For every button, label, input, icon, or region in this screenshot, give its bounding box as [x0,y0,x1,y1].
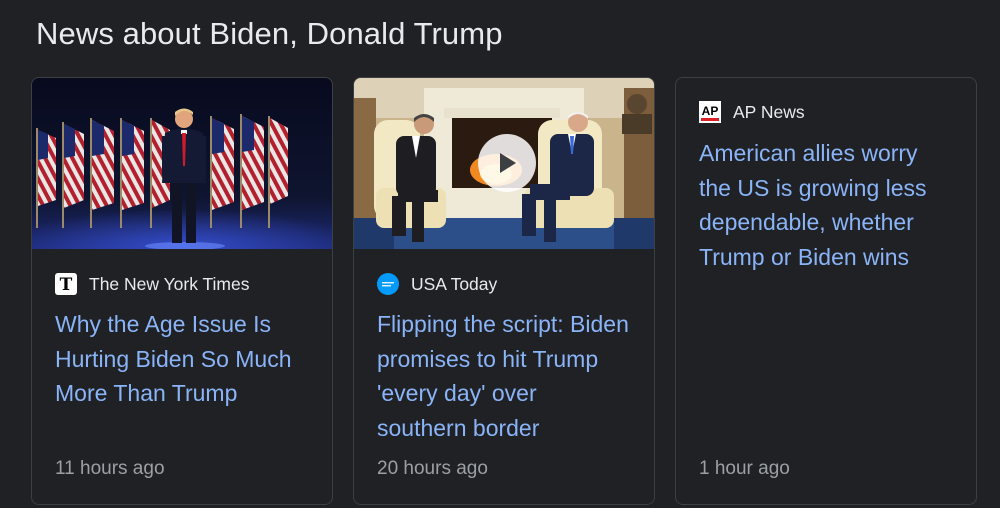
svg-text:AP: AP [702,104,719,118]
usa-today-logo-icon [377,273,399,295]
news-card-ap[interactable]: AP AP News American allies worry the US … [675,77,977,505]
source-name: The New York Times [89,273,250,294]
section-heading: News about Biden, Donald Trump [36,16,503,51]
news-card-usa-today[interactable]: USA Today Flipping the script: Biden pro… [353,77,655,505]
play-icon[interactable] [478,134,536,192]
source-row: AP AP News [699,100,805,124]
headline-link[interactable]: American allies worry the US is growing … [699,136,954,274]
speaker-on-stage-with-american-flags-image[interactable] [32,78,332,249]
source-name: AP News [733,101,805,122]
published-time: 11 hours ago [55,458,165,479]
source-name: USA Today [411,273,498,294]
leaders-seated-by-fireplace-image[interactable] [354,78,654,249]
source-row: T The New York Times [55,272,249,296]
news-card-nyt[interactable]: T The New York Times Why the Age Issue I… [31,77,333,505]
published-time: 20 hours ago [377,458,488,479]
headline-link[interactable]: Why the Age Issue Is Hurting Biden So Mu… [55,307,310,411]
published-time: 1 hour ago [699,458,790,479]
ap-logo-icon: AP [699,101,721,123]
svg-text:T: T [60,275,73,295]
source-row: USA Today [377,272,497,296]
nyt-logo-icon: T [55,273,77,295]
headline-link[interactable]: Flipping the script: Biden promises to h… [377,307,632,445]
